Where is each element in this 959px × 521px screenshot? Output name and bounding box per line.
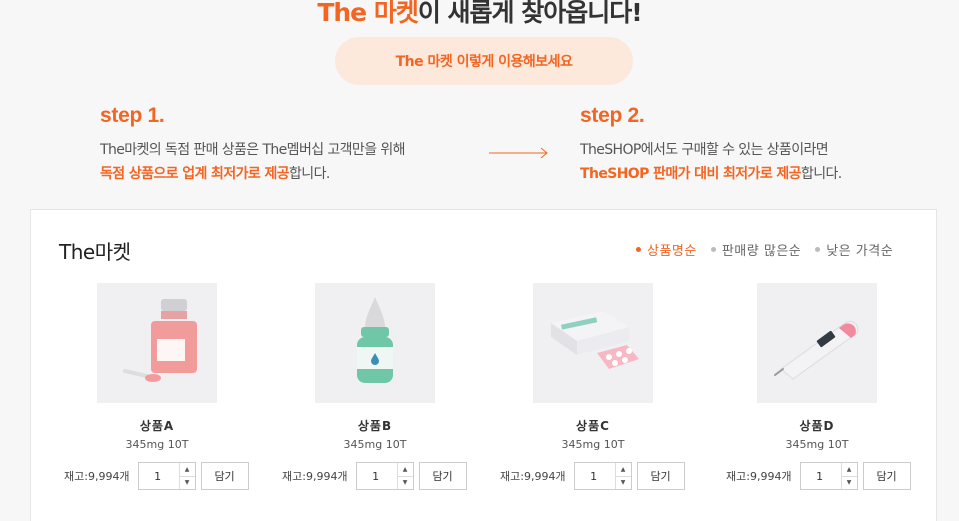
- step1-highlight: 독점 상품으로 업계 최저가로 제공: [100, 166, 290, 182]
- sort-label: 판매량 많은순: [721, 244, 802, 259]
- syrup-bottle-icon: [123, 299, 197, 382]
- sort-by-sales[interactable]: 판매량 많은순: [710, 240, 802, 259]
- guide-button[interactable]: The 마켓 이렇게 이용해보세요: [335, 37, 633, 85]
- quantity-stepper[interactable]: ▲▼: [573, 462, 632, 490]
- stock-text: 재고:9,994개: [64, 470, 130, 483]
- stock-text: 재고:9,994개: [282, 470, 348, 483]
- buy-row: 재고:9,994개 ▲▼ 담기: [64, 462, 249, 490]
- add-to-cart-button[interactable]: 담기: [636, 462, 685, 490]
- product-name[interactable]: 상품B: [265, 417, 485, 434]
- arrow-right-icon: [489, 147, 548, 159]
- product-spec: 345mg 10T: [343, 438, 407, 451]
- quantity-input[interactable]: [138, 463, 177, 489]
- step2-line2: TheSHOP 판매가 대비 최저가로 제공합니다.: [580, 162, 842, 186]
- product-image[interactable]: [757, 283, 877, 403]
- step1-line1: The마켓의 독점 판매 상품은 The멤버십 고객만을 위해: [100, 142, 406, 158]
- sort-by-name[interactable]: 상품명순: [636, 240, 697, 259]
- product-card[interactable]: 상품D 345mg 10T: [707, 283, 927, 451]
- product-name[interactable]: 상품A: [47, 417, 267, 434]
- product-spec: 345mg 10T: [561, 438, 625, 451]
- product-card[interactable]: 상품A 345mg 10T: [47, 283, 267, 451]
- quantity-input[interactable]: [574, 463, 613, 489]
- product-image[interactable]: [97, 283, 217, 403]
- dropper-bottle-icon: [357, 297, 393, 383]
- step2-block: step 2. TheSHOP에서도 구매할 수 있는 상품이라면 TheSHO…: [580, 104, 842, 186]
- quantity-stepper[interactable]: ▲▼: [137, 462, 196, 490]
- sort-options: 상품명순 판매량 많은순 낮은 가격순: [636, 240, 893, 259]
- thermometer-icon: [774, 320, 859, 380]
- increment-icon[interactable]: ▲: [397, 463, 413, 477]
- buy-row: 재고:9,994개 ▲▼ 담기: [726, 462, 911, 490]
- increment-icon[interactable]: ▲: [615, 463, 631, 477]
- decrement-icon[interactable]: ▼: [842, 477, 857, 490]
- step2-highlight: TheSHOP 판매가 대비 최저가로 제공: [580, 166, 802, 182]
- step2-label: step 2.: [580, 104, 645, 127]
- hero-title-accent: The 마켓: [317, 0, 419, 27]
- decrement-icon[interactable]: ▼: [616, 477, 631, 490]
- buy-row: 재고:9,994개 ▲▼ 담기: [500, 462, 685, 490]
- product-card[interactable]: 상품B 345mg 10T: [265, 283, 485, 451]
- section-title: The마켓: [59, 240, 131, 264]
- step1-line2: 독점 상품으로 업계 최저가로 제공합니다.: [100, 162, 405, 186]
- stock-text: 재고:9,994개: [500, 470, 566, 483]
- add-to-cart-button[interactable]: 담기: [418, 462, 467, 490]
- pill-box-icon: [551, 311, 639, 369]
- quantity-stepper[interactable]: ▲▼: [799, 462, 858, 490]
- step1-label: step 1.: [100, 104, 165, 127]
- product-spec: 345mg 10T: [785, 438, 849, 451]
- product-image[interactable]: [533, 283, 653, 403]
- hero-title: The 마켓이 새롭게 찾아옵니다!: [0, 0, 959, 30]
- product-name[interactable]: 상품D: [707, 417, 927, 434]
- decrement-icon[interactable]: ▼: [398, 477, 413, 490]
- quantity-input[interactable]: [356, 463, 395, 489]
- sort-label: 상품명순: [647, 244, 697, 259]
- step1-line2-rest: 합니다.: [289, 166, 330, 182]
- increment-icon[interactable]: ▲: [179, 463, 195, 477]
- quantity-stepper[interactable]: ▲▼: [355, 462, 414, 490]
- add-to-cart-button[interactable]: 담기: [862, 462, 911, 490]
- decrement-icon[interactable]: ▼: [180, 477, 195, 490]
- add-to-cart-button[interactable]: 담기: [200, 462, 249, 490]
- bullet-icon: [636, 247, 641, 252]
- sort-label: 낮은 가격순: [826, 244, 894, 259]
- product-card[interactable]: 상품C 345mg 10T: [483, 283, 703, 451]
- product-image[interactable]: [315, 283, 435, 403]
- sort-by-price[interactable]: 낮은 가격순: [815, 240, 893, 259]
- product-spec: 345mg 10T: [125, 438, 189, 451]
- bullet-icon: [710, 247, 716, 252]
- step1-block: step 1. The마켓의 독점 판매 상품은 The멤버십 고객만을 위해 …: [100, 104, 406, 186]
- bullet-icon: [815, 247, 821, 252]
- product-name[interactable]: 상품C: [483, 417, 703, 434]
- increment-icon[interactable]: ▲: [841, 463, 857, 477]
- quantity-input[interactable]: [800, 463, 839, 489]
- step2-line1: TheSHOP에서도 구매할 수 있는 상품이라면: [580, 142, 829, 158]
- stock-text: 재고:9,994개: [726, 470, 792, 483]
- step2-line2-rest: 합니다.: [800, 166, 842, 182]
- buy-row: 재고:9,994개 ▲▼ 담기: [282, 462, 467, 490]
- hero-title-rest: 이 새롭게 찾아옵니다!: [417, 0, 643, 27]
